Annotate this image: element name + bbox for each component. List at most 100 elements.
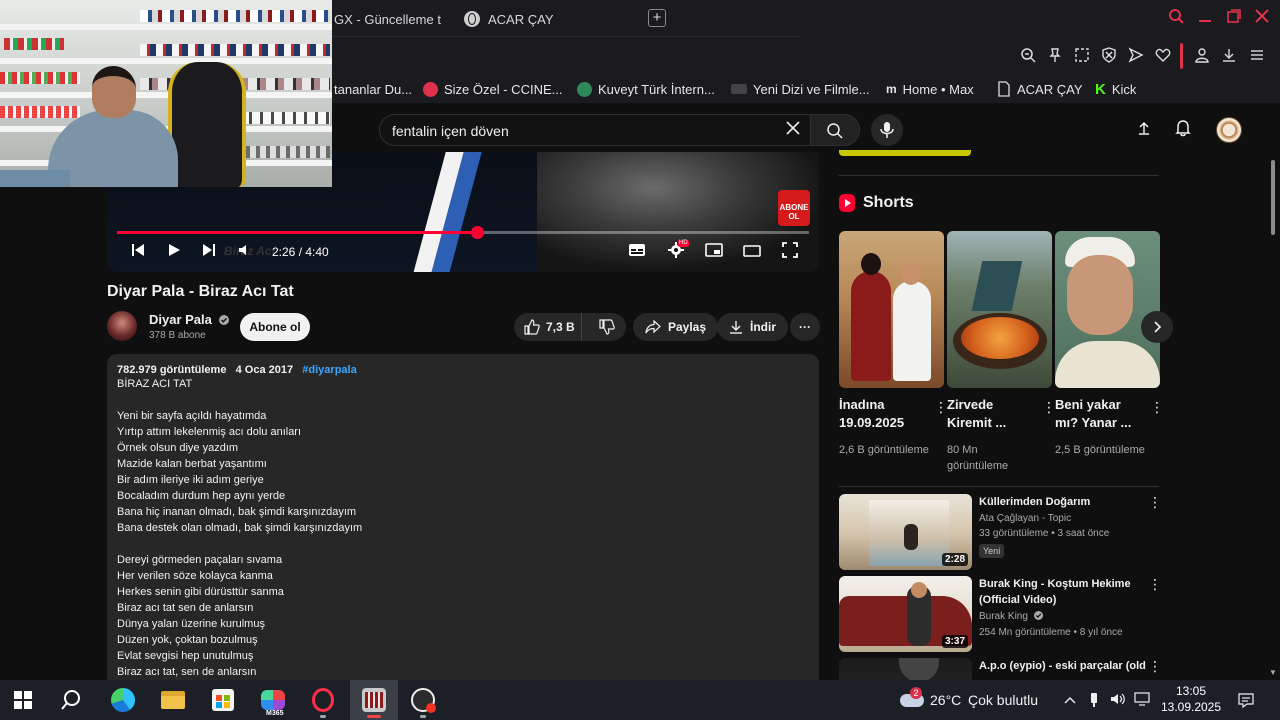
short-menu-icon[interactable]: ⋮ xyxy=(934,399,948,415)
short-item[interactable]: Zirvede Kiremit ... 80 Mn görüntüleme ⋮ xyxy=(947,231,1056,474)
short-title[interactable]: Zirvede Kiremit ... xyxy=(947,396,1027,432)
video-menu-icon[interactable]: ⋮ xyxy=(1148,658,1162,674)
channel-avatar[interactable] xyxy=(107,311,137,341)
clear-search-icon[interactable] xyxy=(782,119,804,141)
maximize-icon[interactable] xyxy=(1224,8,1244,28)
previous-icon[interactable] xyxy=(127,242,149,264)
pin-icon[interactable] xyxy=(1046,47,1064,65)
taskbar-active-app[interactable] xyxy=(350,680,398,720)
download-button[interactable]: İndir xyxy=(717,313,788,341)
short-item[interactable]: İnadına 19.09.2025 2,6 B görüntüleme ⋮ xyxy=(839,231,948,458)
account-icon[interactable] xyxy=(1193,47,1211,65)
weather-widget[interactable]: 2 26°C Çok bulutlu xyxy=(898,680,1048,720)
short-menu-icon[interactable]: ⋮ xyxy=(1042,399,1056,415)
recommended-video[interactable]: 2:28 Küllerimden Doğarım Ata Çağlayan - … xyxy=(839,494,1169,570)
taskbar-edge[interactable] xyxy=(100,680,146,720)
minimize-icon[interactable] xyxy=(1195,8,1215,28)
channel-name-row[interactable]: Diyar Pala xyxy=(149,312,229,327)
adblock-icon[interactable] xyxy=(1100,47,1118,65)
short-thumbnail[interactable] xyxy=(839,231,944,388)
tab-acar-cay[interactable]: ACAR ÇAY xyxy=(464,6,624,32)
page-scrollbar[interactable] xyxy=(1271,160,1275,235)
short-thumbnail[interactable] xyxy=(947,231,1052,388)
user-avatar[interactable] xyxy=(1216,117,1242,143)
search-button[interactable] xyxy=(810,114,860,146)
bookmark-ccine[interactable]: Size Özel - CCINE... xyxy=(423,80,562,98)
progress-bar[interactable] xyxy=(117,226,809,239)
new-tab-button[interactable]: + xyxy=(648,9,666,27)
bookmark-tananlar[interactable]: tananlar Du... xyxy=(334,80,412,98)
voice-search-button[interactable] xyxy=(871,114,903,146)
short-thumbnail[interactable] xyxy=(1055,231,1160,388)
menu-icon[interactable] xyxy=(1248,47,1266,65)
settings-gear-icon[interactable]: HD xyxy=(665,240,689,264)
progress-scrubber[interactable] xyxy=(470,226,484,239)
screenshot-icon[interactable] xyxy=(1073,47,1091,65)
shorts-next-button[interactable] xyxy=(1141,311,1173,343)
video-title[interactable]: Burak King - Koştum Hekime (Official Vid… xyxy=(979,576,1149,608)
hashtag-link[interactable]: #diyarpala xyxy=(302,364,356,376)
start-button[interactable] xyxy=(0,680,46,720)
taskbar-search-button[interactable] xyxy=(48,680,94,720)
short-title[interactable]: Beni yakar mı? Yanar ... xyxy=(1055,396,1135,432)
search-input[interactable] xyxy=(392,121,772,141)
close-icon[interactable] xyxy=(1252,8,1272,28)
bookmark-kuveyt-turk[interactable]: Kuveyt Türk İntern... xyxy=(577,80,715,98)
description-line: Dereyi görmeden paçaları sıvama xyxy=(117,554,283,566)
video-thumbnail[interactable] xyxy=(839,658,972,680)
show-hidden-icons[interactable] xyxy=(1062,692,1078,708)
upload-icon[interactable] xyxy=(1133,119,1155,141)
bookmark-yeni-dizi[interactable]: Yeni Dizi ve Filmle... xyxy=(731,80,870,98)
more-actions-button[interactable]: ··· xyxy=(790,313,820,341)
bookmark-kick[interactable]: K Kick xyxy=(1095,80,1136,98)
video-menu-icon[interactable]: ⋮ xyxy=(1148,494,1162,510)
video-title[interactable]: Küllerimden Doğarım xyxy=(979,494,1149,510)
clock[interactable]: 13:05 13.09.2025 xyxy=(1158,683,1224,717)
heart-icon[interactable] xyxy=(1154,47,1172,65)
bookmark-acar-cay[interactable]: ACAR ÇAY xyxy=(997,80,1083,98)
dislike-button[interactable] xyxy=(589,313,626,341)
video-thumbnail[interactable]: 2:28 xyxy=(839,494,972,570)
like-button[interactable]: 7,3 B xyxy=(514,313,582,341)
short-title[interactable]: İnadına 19.09.2025 xyxy=(839,396,919,432)
video-description[interactable]: 782.979 görüntüleme 4 Oca 2017 #diyarpal… xyxy=(107,354,819,694)
share-button[interactable]: Paylaş xyxy=(633,313,719,341)
subtitles-icon[interactable] xyxy=(626,242,648,264)
taskbar-store[interactable] xyxy=(200,680,246,720)
recommended-video[interactable]: 3:37 Burak King - Koştum Hekime (Officia… xyxy=(839,576,1169,652)
tab-label: GX - Güncelleme t xyxy=(334,11,441,27)
miniplayer-icon[interactable] xyxy=(703,242,725,264)
app-icon xyxy=(362,688,386,712)
tab-gx-update[interactable]: GX - Güncelleme t xyxy=(334,6,444,32)
next-icon[interactable] xyxy=(198,242,220,264)
theater-mode-icon[interactable] xyxy=(741,242,763,264)
video-menu-icon[interactable]: ⋮ xyxy=(1148,576,1162,592)
taskbar-file-explorer[interactable] xyxy=(150,680,196,720)
notification-center-icon[interactable] xyxy=(1238,692,1254,709)
volume-icon[interactable] xyxy=(234,242,256,264)
network-icon[interactable] xyxy=(1134,692,1150,708)
taskbar-m365[interactable]: M365 xyxy=(250,680,296,720)
video-channel[interactable]: Ata Çağlayan - Topic xyxy=(979,513,1071,524)
share-label: Paylaş xyxy=(668,320,707,334)
zoom-icon[interactable] xyxy=(1019,47,1037,65)
short-menu-icon[interactable]: ⋮ xyxy=(1150,399,1164,415)
send-icon[interactable] xyxy=(1127,47,1145,65)
video-thumbnail[interactable]: 3:37 xyxy=(839,576,972,652)
scroll-down-arrow-icon[interactable]: ▼ xyxy=(1268,668,1278,678)
speaker-icon[interactable] xyxy=(1110,692,1126,708)
download-icon[interactable] xyxy=(1220,47,1238,65)
bookmark-max[interactable]: m Home • Max xyxy=(886,80,974,98)
subscribe-button[interactable]: Abone ol xyxy=(240,313,310,341)
play-icon[interactable] xyxy=(163,242,185,264)
notifications-bell-icon[interactable] xyxy=(1172,119,1194,141)
usb-device-icon[interactable] xyxy=(1086,692,1102,708)
video-title[interactable]: A.p.o (eypio) - eski parçalar (old xyxy=(979,658,1149,674)
video-channel-row[interactable]: Burak King xyxy=(979,611,1043,622)
short-item[interactable]: Beni yakar mı? Yanar ... 2,5 B görüntüle… xyxy=(1055,231,1164,458)
taskbar-obs[interactable] xyxy=(400,680,446,720)
fullscreen-icon[interactable] xyxy=(779,242,801,264)
recommended-video[interactable]: A.p.o (eypio) - eski parçalar (old ⋮ xyxy=(839,658,1169,680)
taskbar-opera-gx[interactable] xyxy=(300,680,346,720)
search-tabs-icon[interactable] xyxy=(1166,8,1186,28)
